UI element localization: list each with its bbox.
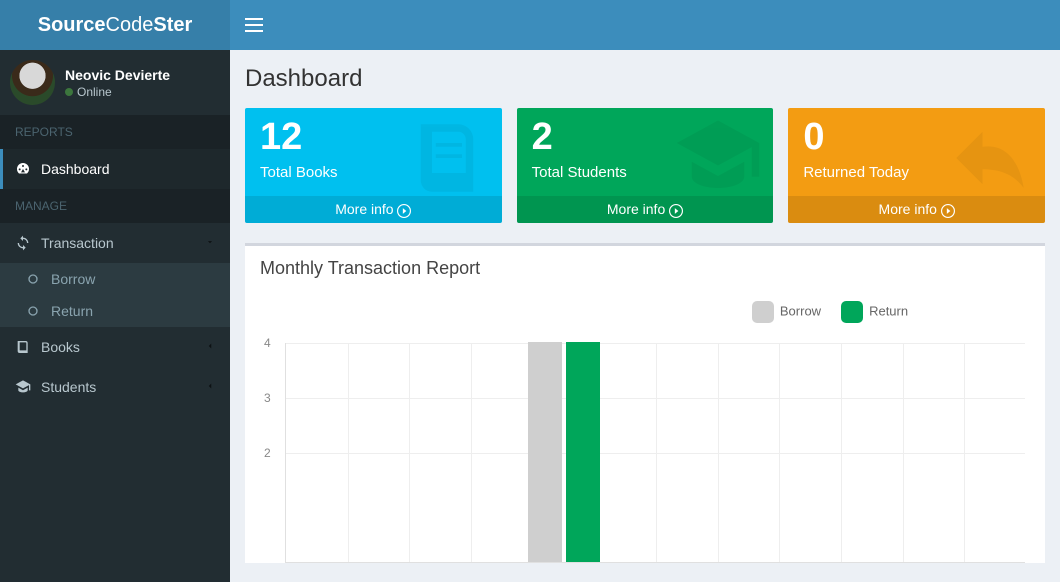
sidebar-item-transaction[interactable]: Transaction	[0, 223, 230, 263]
legend-item-return: Return	[841, 301, 908, 323]
circle-o-icon	[25, 303, 41, 319]
user-status: Online	[65, 85, 170, 99]
book-icon	[15, 339, 31, 355]
online-dot-icon	[65, 88, 73, 96]
more-info-link[interactable]: More info	[517, 196, 774, 223]
sidebar-item-label: Books	[41, 339, 80, 355]
sidebar-header-reports: REPORTS	[0, 115, 230, 149]
page-title: Dashboard	[245, 65, 1045, 93]
sidebar-item-books[interactable]: Books	[0, 327, 230, 367]
brand-part-2: Code	[106, 14, 154, 36]
transaction-submenu: Borrow Return	[0, 263, 230, 327]
user-panel: Neovic Devierte Online	[0, 50, 230, 115]
stat-box-orange: 0 Returned Today More info	[788, 108, 1045, 223]
chart-title: Monthly Transaction Report	[245, 246, 1045, 291]
chevron-down-icon	[205, 237, 215, 250]
chart-legend: Borrow Return	[285, 301, 1025, 323]
stat-label: Total Students	[532, 164, 759, 181]
brand-logo[interactable]: SourceCodeSter	[0, 0, 230, 50]
stat-boxes-row: 12 Total Books More info 2 Total Students Mo…	[245, 108, 1045, 223]
legend-swatch-return	[841, 301, 863, 323]
stat-label: Returned Today	[803, 164, 1030, 181]
sidebar-item-label: Students	[41, 379, 96, 395]
sidebar-item-borrow[interactable]: Borrow	[0, 263, 230, 295]
sidebar-item-label: Borrow	[51, 271, 95, 287]
sidebar-item-students[interactable]: Students	[0, 367, 230, 407]
legend-item-borrow: Borrow	[752, 301, 821, 323]
circle-o-icon	[25, 271, 41, 287]
bar-return-May	[566, 342, 600, 562]
stat-box-green: 2 Total Students More info	[517, 108, 774, 223]
stat-value: 12	[260, 118, 487, 156]
chevron-left-icon	[205, 381, 215, 394]
stat-box-aqua: 12 Total Books More info	[245, 108, 502, 223]
legend-swatch-borrow	[752, 301, 774, 323]
y-tick-label: 4	[264, 336, 271, 350]
sidebar-item-label: Return	[51, 303, 93, 319]
sidebar-item-return[interactable]: Return	[0, 295, 230, 327]
chevron-left-icon	[205, 341, 215, 354]
refresh-icon	[15, 235, 31, 251]
stat-value: 2	[532, 118, 759, 156]
sidebar-item-label: Transaction	[41, 235, 114, 251]
stat-label: Total Books	[260, 164, 487, 181]
main-content: Dashboard 12 Total Books More info 2 Total …	[230, 50, 1060, 582]
stat-value: 0	[803, 118, 1030, 156]
sidebar-item-label: Dashboard	[41, 161, 110, 177]
more-info-link[interactable]: More info	[788, 196, 1045, 223]
menu-toggle-icon[interactable]	[245, 18, 263, 32]
graduation-cap-icon	[15, 379, 31, 395]
more-info-link[interactable]: More info	[245, 196, 502, 223]
bar-borrow-May	[528, 342, 562, 562]
chart-box: Monthly Transaction Report Borrow Return…	[245, 243, 1045, 563]
y-tick-label: 2	[264, 446, 271, 460]
tachometer-icon	[15, 161, 31, 177]
avatar	[10, 60, 55, 105]
brand-part-1: Source	[38, 14, 106, 36]
brand-part-3: Ster	[153, 14, 192, 36]
sidebar-item-dashboard[interactable]: Dashboard	[0, 149, 230, 189]
chart-plot-area: 234	[285, 343, 1025, 563]
sidebar-header-manage: MANAGE	[0, 189, 230, 223]
user-name: Neovic Devierte	[65, 67, 170, 83]
sidebar: Neovic Devierte Online REPORTS Dashboard…	[0, 50, 230, 582]
y-tick-label: 3	[264, 391, 271, 405]
